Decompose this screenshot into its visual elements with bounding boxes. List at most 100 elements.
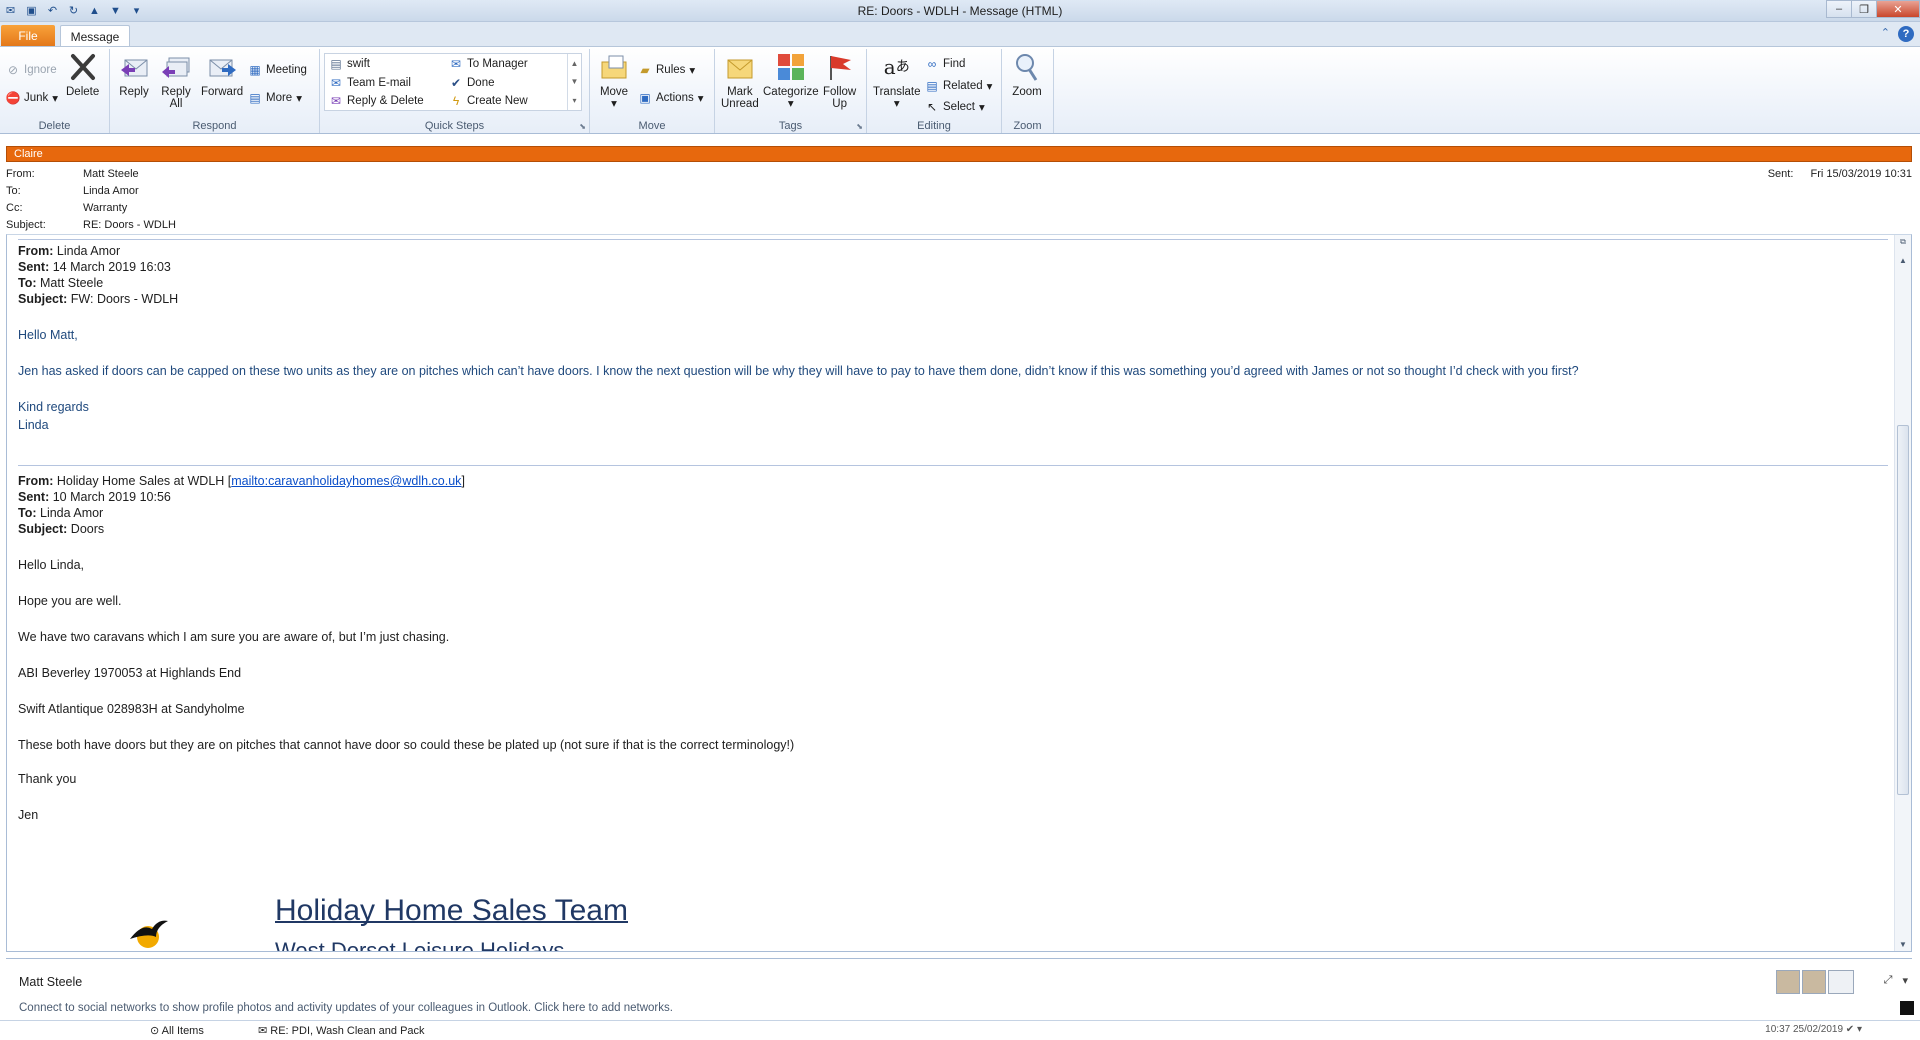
actions-button[interactable]: ▣ Actions ▾ <box>638 91 703 105</box>
group-label-quick-steps: Quick Steps <box>424 120 485 132</box>
rules-icon: ▰ <box>640 63 650 77</box>
group-tags: Mark Unread Categorize ▾ Follow Up ⬊ Tag… <box>715 49 867 133</box>
more-respond-button[interactable]: ▤ More ▾ <box>248 91 302 105</box>
group-respond: Reply Reply All Forward ▦ Meeting ▤ More… <box>110 49 320 133</box>
tab-message[interactable]: Message <box>60 25 130 47</box>
select-button[interactable]: ↖ Select ▾ <box>925 100 985 114</box>
reply-icon <box>118 51 150 83</box>
group-label-zoom: Zoom <box>1013 120 1042 132</box>
people-pane-controls: ⤢ ▾ <box>1884 974 1908 987</box>
cc-value[interactable]: Warranty <box>83 202 127 214</box>
status-item[interactable]: ✉ RE: PDI, Wash Clean and Pack <box>258 1024 425 1037</box>
collapse-ribbon-icon[interactable]: ⌃ <box>1881 26 1890 42</box>
avatar[interactable] <box>1776 970 1800 994</box>
original-from-line: From: Holiday Home Sales at WDLH [mailto… <box>18 474 465 488</box>
cursor-icon: ↖ <box>926 100 938 114</box>
from-label: From: <box>6 168 35 180</box>
social-connect-link[interactable]: Connect to social networks to show profi… <box>19 1002 673 1014</box>
translate-button[interactable]: aあ Translate ▾ <box>873 51 921 110</box>
team-mail-icon: ✉ <box>330 76 342 90</box>
scrollbar-thumb[interactable] <box>1897 425 1909 795</box>
divider <box>6 958 1912 959</box>
sent-value: Fri 15/03/2019 10:31 <box>1810 168 1912 180</box>
reply-button[interactable]: Reply <box>118 51 150 98</box>
related-icon: ▤ <box>926 79 938 93</box>
scroll-up-icon[interactable]: ▲ <box>1895 253 1911 267</box>
group-delete: ⊘ Ignore ⛔ Junk ▾ Delete Delete <box>0 49 110 133</box>
quick-step-done[interactable]: ✔ Done <box>449 76 495 90</box>
scroll-up-icon[interactable]: ▲ <box>571 59 579 68</box>
help-icon[interactable]: ? <box>1898 26 1914 42</box>
find-button[interactable]: ∞ Find <box>925 57 966 71</box>
quick-step-team-email[interactable]: ✉ Team E-mail <box>329 76 411 90</box>
vertical-scrollbar[interactable]: ⧉ ▲ ▼ <box>1894 235 1911 951</box>
notification-icon[interactable] <box>1900 1001 1914 1015</box>
status-strip: ⊙ All Items ✉ RE: PDI, Wash Clean and Pa… <box>0 1020 1920 1040</box>
scroll-down-icon[interactable]: ▼ <box>1895 937 1911 951</box>
gallery-expand-icon[interactable]: ▾ <box>572 96 576 105</box>
follow-up-button[interactable]: Follow Up <box>823 51 856 110</box>
subject-value: RE: Doors - WDLH <box>83 219 176 231</box>
group-editing: aあ Translate ▾ ∞ Find ▤ Related ▾ ↖ Selec… <box>867 49 1002 133</box>
header-sent: Sent: Fri 15/03/2019 10:31 <box>1754 168 1912 180</box>
quick-step-swift[interactable]: ▤ swift <box>329 57 370 71</box>
company-logo-icon <box>130 920 168 948</box>
delete-button[interactable]: Delete <box>66 51 99 98</box>
group-quick-steps: ▤ swift ✉ To Manager ✉ Team E-mail ✔ Don… <box>320 49 590 133</box>
close-button[interactable]: ✕ <box>1876 0 1920 18</box>
move-button[interactable]: Move ▾ <box>598 51 630 110</box>
lightning-icon: ϟ <box>452 94 460 108</box>
reply-all-icon <box>160 51 192 83</box>
related-button[interactable]: ▤ Related ▾ <box>925 79 992 93</box>
avatar[interactable] <box>1802 970 1826 994</box>
magnifier-icon <box>1011 51 1043 83</box>
scroll-up-icon[interactable]: ⧉ <box>1895 235 1911 249</box>
flag-icon <box>824 51 856 83</box>
avatar[interactable] <box>1828 970 1854 994</box>
scroll-down-icon[interactable]: ▼ <box>571 77 579 86</box>
checkmark-icon: ✔ <box>450 76 462 90</box>
to-value[interactable]: Linda Amor <box>83 185 139 197</box>
maximize-button[interactable]: ❐ <box>1851 0 1877 18</box>
reply-all-button[interactable]: Reply All <box>160 51 192 110</box>
quick-steps-gallery: ▤ swift ✉ To Manager ✉ Team E-mail ✔ Don… <box>324 53 582 111</box>
from-value[interactable]: Matt Steele <box>83 168 139 180</box>
message-body[interactable]: From: Linda Amor Sent: 14 March 2019 16:… <box>6 234 1912 952</box>
quick-step-to-manager[interactable]: ✉ To Manager <box>449 57 528 71</box>
divider <box>18 239 1888 240</box>
mailto-link[interactable]: mailto:caravanholidayhomes@wdlh.co.uk <box>231 474 461 488</box>
chevron-down-icon[interactable]: ▾ <box>1902 974 1908 987</box>
rules-button[interactable]: ▰ Rules ▾ <box>638 63 695 77</box>
delete-x-icon <box>67 51 99 83</box>
expand-icon[interactable]: ⤢ <box>1884 974 1893 987</box>
group-move: Move ▾ ▰ Rules ▾ ▣ Actions ▾ Move <box>590 49 715 133</box>
original-to-line: To: Linda Amor <box>18 506 104 520</box>
message1-body: Jen has asked if doors can be capped on … <box>18 364 1579 378</box>
ribbon-help-controls: ⌃ ? <box>1881 26 1914 42</box>
cc-label: Cc: <box>6 202 23 214</box>
zoom-button[interactable]: Zoom <box>1011 51 1043 98</box>
tab-file[interactable]: File <box>1 25 55 46</box>
minimize-button[interactable]: – <box>1826 0 1852 18</box>
status-all-items[interactable]: ⊙ All Items <box>150 1024 204 1037</box>
quick-step-create-new[interactable]: ϟ Create New <box>449 94 528 108</box>
categorize-icon <box>775 51 807 83</box>
ignore-button[interactable]: ⊘ Ignore <box>6 63 57 77</box>
junk-icon: ⛔ <box>5 91 21 105</box>
junk-button[interactable]: ⛔ Junk ▾ <box>5 91 59 105</box>
forward-button[interactable]: Forward <box>201 51 243 98</box>
quick-steps-scroll[interactable]: ▲ ▼ ▾ <box>567 54 581 110</box>
mark-unread-button[interactable]: Mark Unread <box>721 51 759 110</box>
group-label-move: Move <box>638 120 666 132</box>
group-label-delete: Delete <box>38 120 71 132</box>
meeting-icon: ▦ <box>249 63 261 77</box>
status-time: 10:37 25/02/2019 ✔ ▾ <box>1765 1024 1862 1035</box>
categorize-button[interactable]: Categorize ▾ <box>763 51 819 110</box>
quick-step-reply-delete[interactable]: ✉ Reply & Delete <box>329 94 424 108</box>
meeting-button[interactable]: ▦ Meeting <box>248 63 307 77</box>
group-zoom: Zoom Zoom <box>1002 49 1054 133</box>
closing-kind-regards: Kind regards <box>18 400 89 414</box>
people-pane-name[interactable]: Matt Steele <box>19 975 82 989</box>
document-icon: ▤ <box>330 57 342 71</box>
quoted-subject-line: Subject: FW: Doors - WDLH <box>18 292 179 306</box>
